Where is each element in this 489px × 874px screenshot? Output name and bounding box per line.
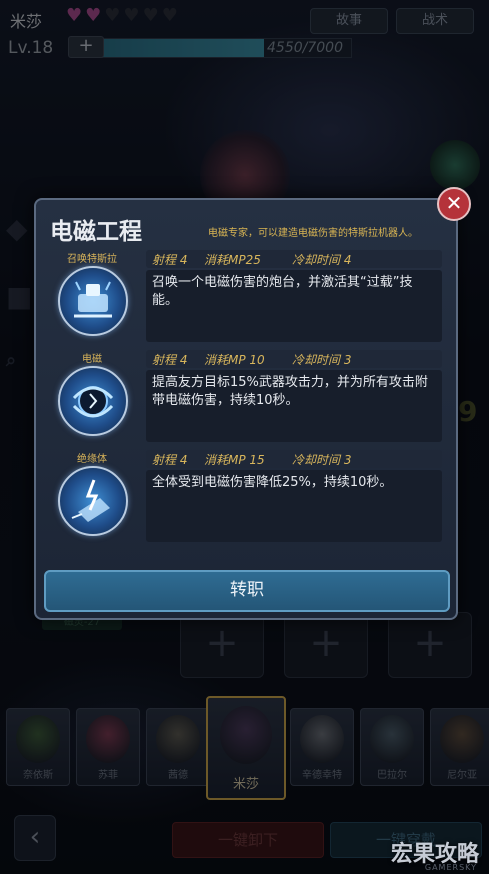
insulator-shield-icon <box>58 466 128 536</box>
skill-cooldown: 冷却时间 4 <box>292 253 352 267</box>
skill-description: 全体受到电磁伤害降低25%，持续10秒。 <box>152 475 393 490</box>
promote-button[interactable]: 转职 <box>44 570 450 612</box>
skill-text-box: 全体受到电磁伤害降低25%，持续10秒。 <box>146 470 442 542</box>
skill-row: 绝缘体 射程 4 消耗MP 15 冷却时间 3 全体受到电磁伤害降低25%，持续 <box>44 450 446 546</box>
skill-text-box: 提高友方目标15%武器攻击力，并为所有攻击附带电磁伤害，持续10秒。 <box>146 370 442 442</box>
skill-cooldown: 冷却时间 3 <box>292 353 352 367</box>
skill-row: 电磁 射程 4 消耗MP 10 冷却时间 3 提高友方目标15%武器攻击力，并为… <box>44 350 446 446</box>
skill-row: 召唤特斯拉 射程 4 消耗MP25 冷却时间 4 召唤一个电磁伤害的炮台，并激活… <box>44 250 446 346</box>
skill-stats: 射程 4 消耗MP 10 冷却时间 3 <box>146 350 442 368</box>
skill-description: 提高友方目标15%武器攻击力，并为所有攻击附带电磁伤害，持续10秒。 <box>152 375 428 408</box>
skill-info: 射程 4 消耗MP 15 冷却时间 3 全体受到电磁伤害降低25%，持续10秒。 <box>146 450 444 546</box>
tesla-turret-icon <box>58 266 128 336</box>
class-modal: 电磁工程 电磁专家，可以建造电磁伤害的特斯拉机器人。 召唤特斯拉 射程 4 消耗… <box>34 198 458 620</box>
skill-range: 射程 4 <box>152 353 188 367</box>
skill-name: 绝缘体 <box>77 454 107 465</box>
modal-title: 电磁工程 <box>50 219 142 245</box>
close-icon[interactable]: ✕ <box>437 187 471 221</box>
modal-description: 电磁专家，可以建造电磁伤害的特斯拉机器人。 <box>208 228 418 239</box>
skill-info: 射程 4 消耗MP25 冷却时间 4 召唤一个电磁伤害的炮台，并激活其“过载”技… <box>146 250 444 346</box>
skill-icon-column: 电磁 <box>44 350 140 446</box>
skill-text-box: 召唤一个电磁伤害的炮台，并激活其“过载”技能。 <box>146 270 442 342</box>
skill-mp: 消耗MP 15 <box>204 453 265 467</box>
skill-range: 射程 4 <box>152 453 188 467</box>
skill-stats: 射程 4 消耗MP 15 冷却时间 3 <box>146 450 442 468</box>
skill-name: 召唤特斯拉 <box>67 254 117 265</box>
skill-cooldown: 冷却时间 3 <box>292 453 352 467</box>
game-screen: 米莎 ♥ ♥ ♥ ♥ ♥ ♥ 故事 战术 Lv.18 4550/7000 + ◆… <box>0 0 489 874</box>
skill-icon-column: 绝缘体 <box>44 450 140 546</box>
skill-range: 射程 4 <box>152 253 188 267</box>
skill-mp: 消耗MP 10 <box>204 353 265 367</box>
skill-stats: 射程 4 消耗MP25 冷却时间 4 <box>146 250 442 268</box>
skill-description: 召唤一个电磁伤害的炮台，并激活其“过载”技能。 <box>152 275 413 308</box>
skill-name: 电磁 <box>82 354 102 365</box>
skill-mp: 消耗MP25 <box>204 253 261 267</box>
electromagnetic-orb-icon <box>58 366 128 436</box>
watermark-sub: GAMERSKY <box>424 863 477 872</box>
skill-icon-column: 召唤特斯拉 <box>44 250 140 346</box>
skill-info: 射程 4 消耗MP 10 冷却时间 3 提高友方目标15%武器攻击力，并为所有攻… <box>146 350 444 446</box>
